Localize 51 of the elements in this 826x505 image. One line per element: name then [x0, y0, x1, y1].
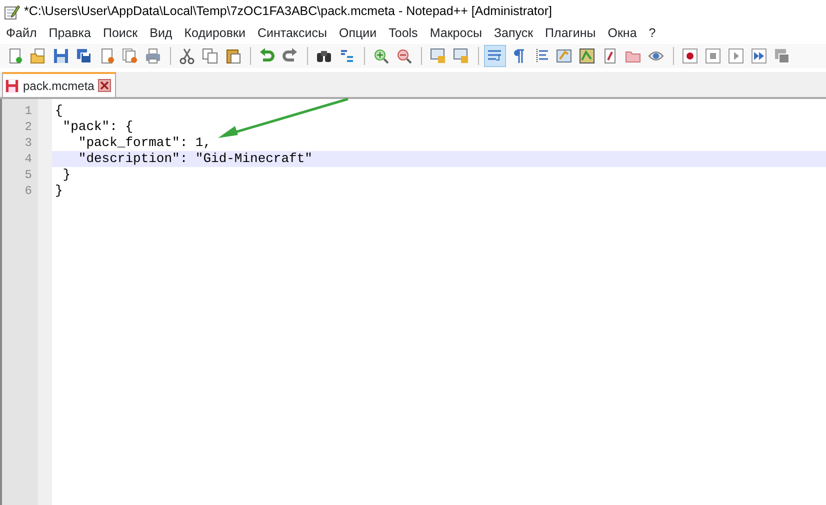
macro-save-icon[interactable] [774, 48, 790, 64]
menu-item[interactable]: Макросы [424, 24, 488, 43]
line-number: 1 [24, 103, 33, 119]
line-number: 6 [24, 183, 33, 199]
play-icon[interactable] [728, 48, 744, 64]
menu-item[interactable]: Окна [602, 24, 643, 43]
menu-item[interactable]: Вид [144, 24, 178, 43]
fast-forward-icon[interactable] [751, 48, 767, 64]
menu-item[interactable]: Кодировки [178, 24, 252, 43]
save-icon[interactable] [53, 48, 69, 64]
code-line: } [54, 183, 64, 199]
word-wrap-toggle[interactable] [484, 45, 506, 67]
code-line: { [54, 103, 64, 119]
line-number: 3 [24, 135, 33, 151]
menu-item[interactable]: Опции [333, 24, 383, 43]
paste-icon[interactable] [225, 48, 241, 64]
replace-icon[interactable] [339, 48, 355, 64]
new-file-icon[interactable] [7, 48, 23, 64]
redo-icon[interactable] [282, 48, 298, 64]
save-all-icon[interactable] [76, 48, 92, 64]
menu-item[interactable]: Tools [382, 24, 424, 43]
file-tab[interactable]: pack.mcmeta [2, 72, 116, 97]
menu-item[interactable]: ? [642, 24, 662, 43]
notepad-icon [4, 4, 20, 20]
unsaved-file-icon [5, 78, 19, 92]
menu-item[interactable]: Поиск [96, 24, 144, 43]
record-icon[interactable] [682, 48, 698, 64]
menu-item[interactable]: Файл [0, 24, 43, 43]
close-icon[interactable] [98, 79, 112, 92]
menu-item[interactable]: Плагины [539, 24, 602, 43]
close-file-icon[interactable] [99, 48, 115, 64]
line-number: 4 [24, 151, 33, 167]
menu-item[interactable]: Синтаксисы [251, 24, 333, 43]
menu-item[interactable]: Правка [42, 24, 97, 43]
menu-item[interactable]: Запуск [488, 24, 540, 43]
printer-icon[interactable] [145, 48, 161, 64]
window-title: *C:\Users\User\AppData\Local\Temp\7zOC1FA3ABC\pack.mcmeta - Notepad++ [Administrator] [24, 3, 552, 20]
copy-icon[interactable] [202, 48, 218, 64]
binoculars-icon[interactable] [316, 48, 332, 64]
code-line: "pack_format": 1, [77, 135, 212, 151]
code-line: } [62, 167, 72, 183]
line-number: 2 [24, 119, 33, 135]
zoom-in-icon[interactable] [373, 48, 389, 64]
undo-icon[interactable] [259, 48, 275, 64]
open-file-icon[interactable] [30, 48, 46, 64]
zoom-out-icon[interactable] [396, 48, 412, 64]
close-all-icon[interactable] [122, 48, 138, 64]
stop-icon[interactable] [705, 48, 721, 64]
code-line: "pack": { [62, 119, 134, 135]
line-number: 5 [24, 167, 33, 183]
cut-icon[interactable] [179, 48, 195, 64]
